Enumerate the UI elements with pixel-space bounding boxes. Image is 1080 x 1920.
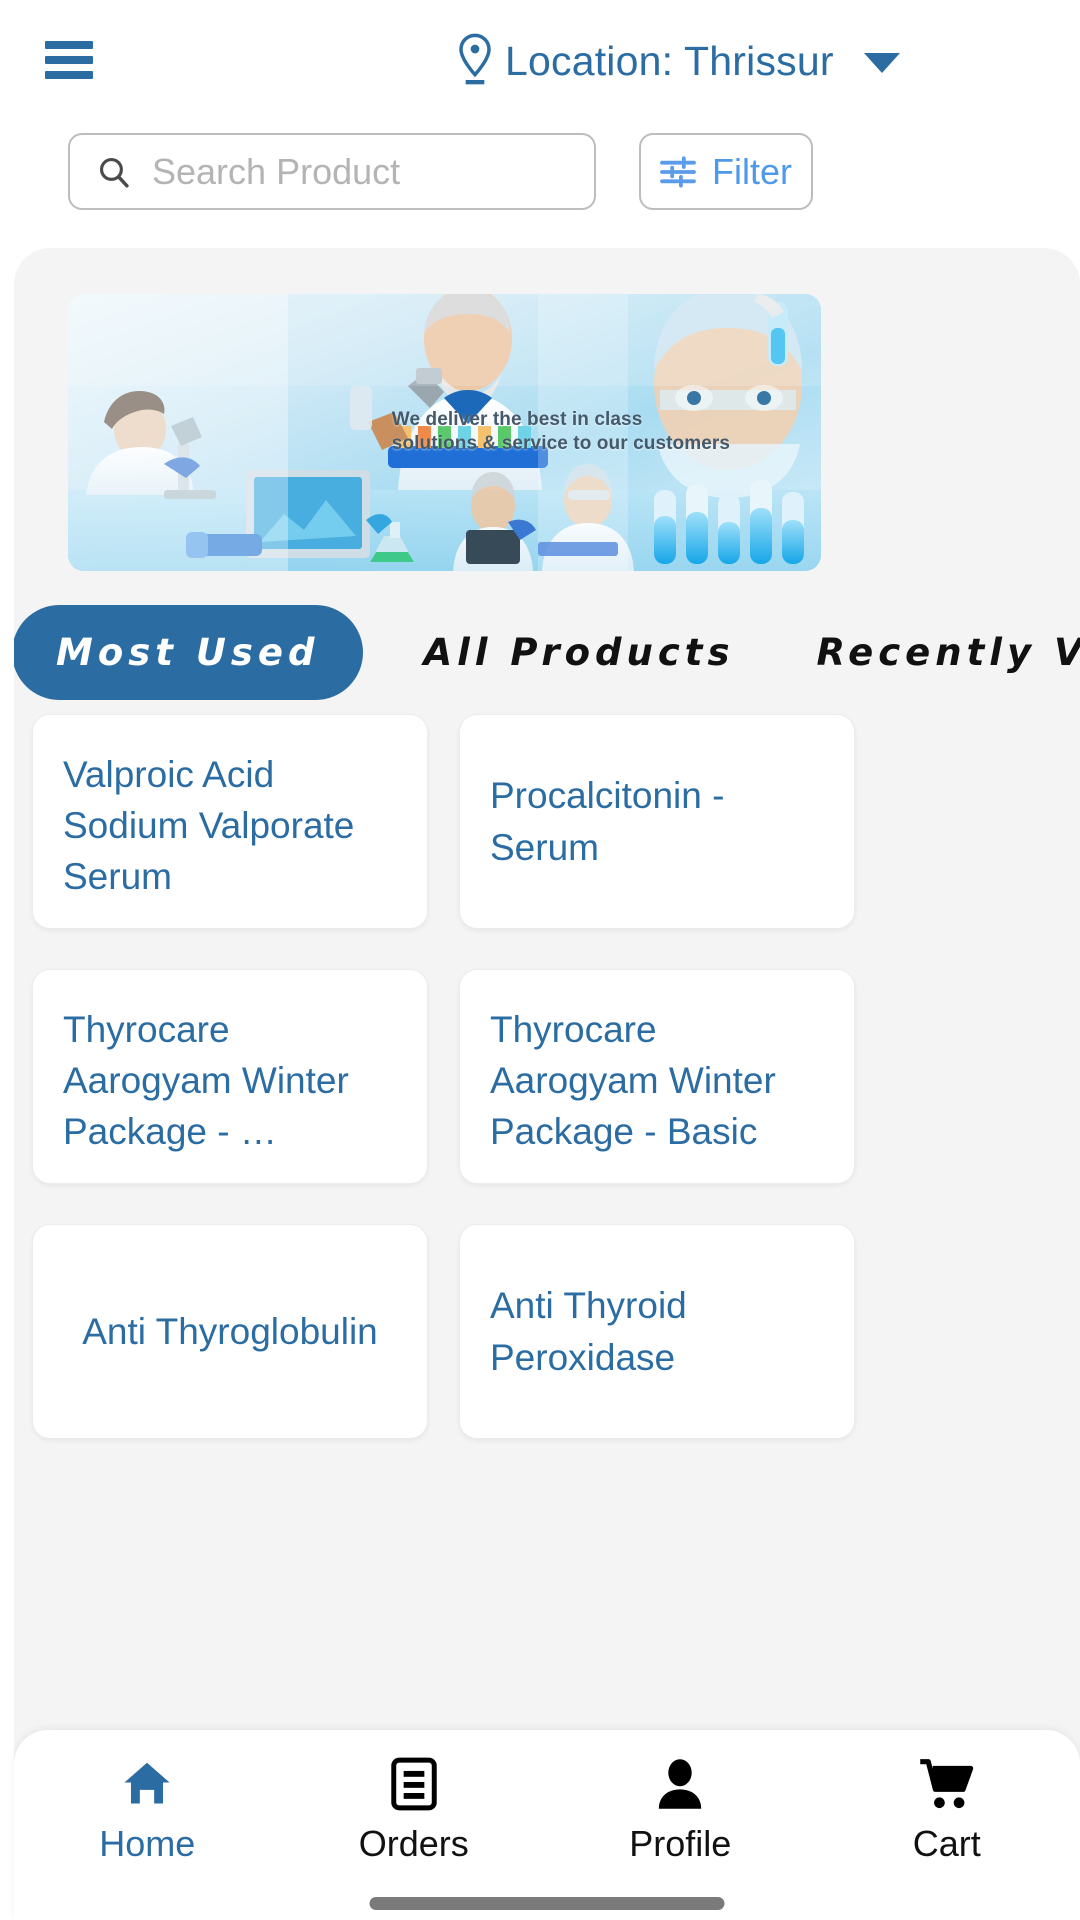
nav-item-orders[interactable]: Orders xyxy=(314,1756,514,1862)
nav-item-cart[interactable]: Cart xyxy=(847,1756,1047,1862)
search-box[interactable] xyxy=(68,133,596,210)
banner-headline: We deliver the best in class solutions &… xyxy=(392,408,730,456)
product-card[interactable]: Thyrocare Aarogyam Winter Package - Basi… xyxy=(459,969,855,1184)
promo-banner[interactable]: We deliver the best in class solutions &… xyxy=(68,294,821,571)
location-selector[interactable]: Location: Thrissur xyxy=(455,32,900,90)
hamburger-line xyxy=(45,41,93,49)
product-card[interactable]: Anti Thyroglobulin xyxy=(32,1224,428,1439)
hamburger-line xyxy=(45,56,93,64)
search-icon xyxy=(99,157,129,188)
banner-headline-line1: We deliver the best in class xyxy=(391,408,643,430)
top-bar: Location: Thrissur xyxy=(0,0,1080,120)
location-label: Location: Thrissur xyxy=(505,37,834,84)
profile-icon xyxy=(654,1756,706,1812)
home-icon xyxy=(119,1756,175,1812)
hamburger-line xyxy=(45,71,93,79)
product-title: Anti Thyroglobulin xyxy=(82,1310,378,1352)
orders-icon xyxy=(389,1756,439,1812)
product-card[interactable]: Valproic Acid Sodium Valporate Serum xyxy=(32,714,428,929)
tab-most-used[interactable]: Most Used xyxy=(14,604,364,700)
product-card[interactable]: Procalcitonin - Serum xyxy=(459,714,855,929)
filter-label: Filter xyxy=(712,150,792,192)
search-row: Filter xyxy=(0,133,1080,213)
product-title: Thyrocare Aarogyam Winter Package - Basi… xyxy=(490,1009,776,1153)
nav-item-home[interactable]: Home xyxy=(47,1756,247,1862)
nav-label-profile: Profile xyxy=(629,1823,732,1864)
nav-item-profile[interactable]: Profile xyxy=(580,1756,780,1862)
product-card[interactable]: Thyrocare Aarogyam Winter Package - … xyxy=(32,969,428,1184)
product-title: Procalcitonin - Serum xyxy=(490,775,725,868)
filter-button[interactable]: Filter xyxy=(639,133,813,210)
nav-label-orders: Orders xyxy=(358,1823,469,1864)
product-title: Anti Thyroid Peroxidase xyxy=(490,1285,687,1378)
product-title: Valproic Acid Sodium Valporate Serum xyxy=(63,754,355,898)
product-grid: Valproic Acid Sodium Valporate Serum Pro… xyxy=(14,714,1080,1439)
nav-label-home: Home xyxy=(99,1823,196,1864)
home-indicator-bar[interactable] xyxy=(369,1897,725,1910)
banner-headline-line2: solutions & service to our customers xyxy=(391,432,731,454)
category-tabs: Most Used All Products Recently V xyxy=(14,602,1080,702)
product-title: Thyrocare Aarogyam Winter Package - … xyxy=(63,1009,349,1153)
product-card[interactable]: Anti Thyroid Peroxidase xyxy=(459,1224,855,1439)
location-pin-icon xyxy=(459,33,491,85)
search-input[interactable] xyxy=(152,150,552,193)
filter-sliders-icon xyxy=(660,155,696,188)
hamburger-menu-icon[interactable] xyxy=(45,41,93,79)
tab-all-products[interactable]: All Products xyxy=(423,631,734,674)
tab-recently-viewed[interactable]: Recently V xyxy=(816,631,1080,674)
chevron-down-icon[interactable] xyxy=(863,53,900,73)
bottom-navigation: Home Orders Profile Cart xyxy=(14,1730,1080,1920)
cart-icon xyxy=(918,1756,976,1812)
nav-label-cart: Cart xyxy=(912,1823,981,1864)
content-panel: We deliver the best in class solutions &… xyxy=(14,248,1080,1920)
